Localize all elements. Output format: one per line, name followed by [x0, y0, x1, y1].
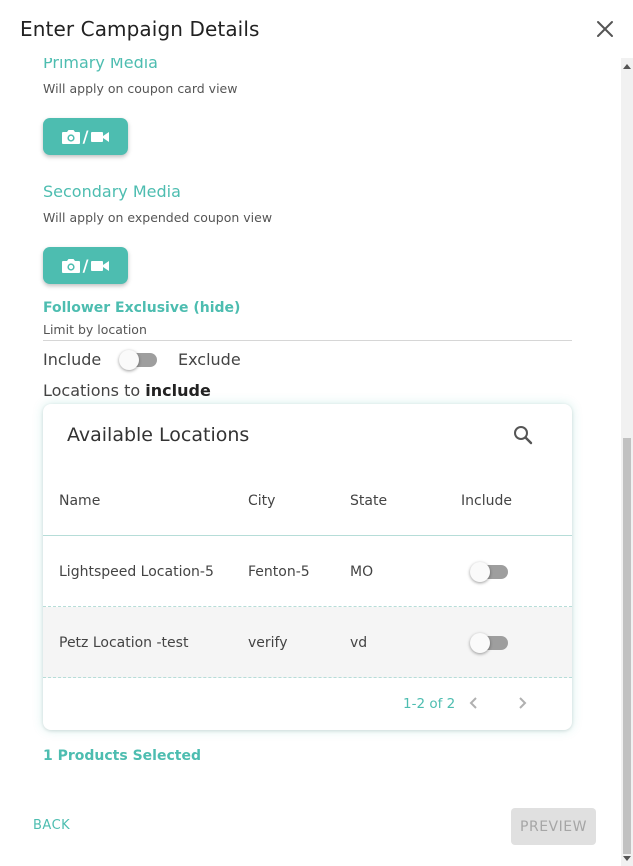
toggle-knob [470, 633, 490, 653]
close-button[interactable] [593, 17, 617, 41]
toggle-knob [119, 350, 139, 370]
primary-media-subtitle: Will apply on coupon card view [43, 81, 238, 96]
camera-icon [61, 130, 80, 144]
media-separator: / [82, 127, 89, 146]
primary-media-title: Primary Media [43, 58, 158, 72]
locations-heading: Locations to include [43, 381, 211, 400]
dialog-content: Primary Media Will apply on coupon card … [0, 58, 633, 866]
previous-page-button[interactable] [465, 694, 483, 712]
table-row: Lightspeed Location-5 Fenton-5 MO [43, 536, 572, 607]
cell-name: Lightspeed Location-5 [59, 564, 214, 580]
pagination-range: 1-2 of 2 [403, 696, 456, 712]
row-include-toggle[interactable] [470, 632, 508, 654]
close-icon [597, 21, 613, 37]
primary-media-upload-button[interactable]: / [43, 118, 128, 155]
cell-state: vd [350, 635, 368, 651]
available-locations-card: Available Locations Name City State Incl… [43, 404, 572, 730]
toggle-knob [470, 562, 490, 582]
follower-exclusive-link[interactable]: Follower Exclusive (hide) [43, 300, 240, 316]
dialog-header: Enter Campaign Details [0, 0, 633, 58]
cell-city: Fenton-5 [248, 564, 310, 580]
column-header-include[interactable]: Include [461, 493, 512, 509]
dialog-title: Enter Campaign Details [20, 17, 260, 41]
products-selected-link[interactable]: 1 Products Selected [43, 748, 201, 764]
secondary-media-title: Secondary Media [43, 182, 181, 201]
column-header-name[interactable]: Name [59, 493, 100, 509]
chevron-right-icon [519, 697, 527, 709]
secondary-media-subtitle: Will apply on expended coupon view [43, 210, 273, 225]
search-button[interactable] [512, 424, 534, 446]
column-header-city[interactable]: City [248, 493, 275, 509]
scroll-up-arrow[interactable] [623, 64, 631, 69]
chevron-left-icon [469, 697, 477, 709]
cell-state: MO [350, 564, 374, 580]
search-icon [514, 426, 533, 445]
next-page-button[interactable] [513, 694, 531, 712]
include-label: Include [43, 350, 102, 369]
limit-by-location-label: Limit by location [43, 322, 147, 337]
row-include-toggle[interactable] [470, 561, 508, 583]
scrollbar-thumb[interactable] [623, 438, 631, 854]
scrollbar[interactable] [621, 58, 633, 866]
preview-button[interactable]: PREVIEW [511, 808, 596, 845]
media-separator: / [82, 256, 89, 275]
video-icon [91, 131, 110, 142]
video-icon [91, 260, 110, 271]
card-title: Available Locations [67, 424, 250, 446]
divider [43, 340, 572, 341]
locations-heading-prefix: Locations to [43, 381, 146, 400]
exclude-label: Exclude [178, 350, 241, 369]
secondary-media-upload-button[interactable]: / [43, 247, 128, 284]
scroll-down-arrow[interactable] [623, 856, 631, 861]
include-exclude-toggle[interactable] [119, 349, 157, 371]
locations-heading-emphasis: include [145, 381, 211, 400]
table-row: Petz Location -test verify vd [43, 607, 572, 678]
column-header-state[interactable]: State [350, 493, 387, 509]
camera-icon [61, 259, 80, 273]
back-button[interactable]: BACK [33, 818, 70, 833]
cell-city: verify [248, 635, 288, 651]
cell-name: Petz Location -test [59, 635, 189, 651]
